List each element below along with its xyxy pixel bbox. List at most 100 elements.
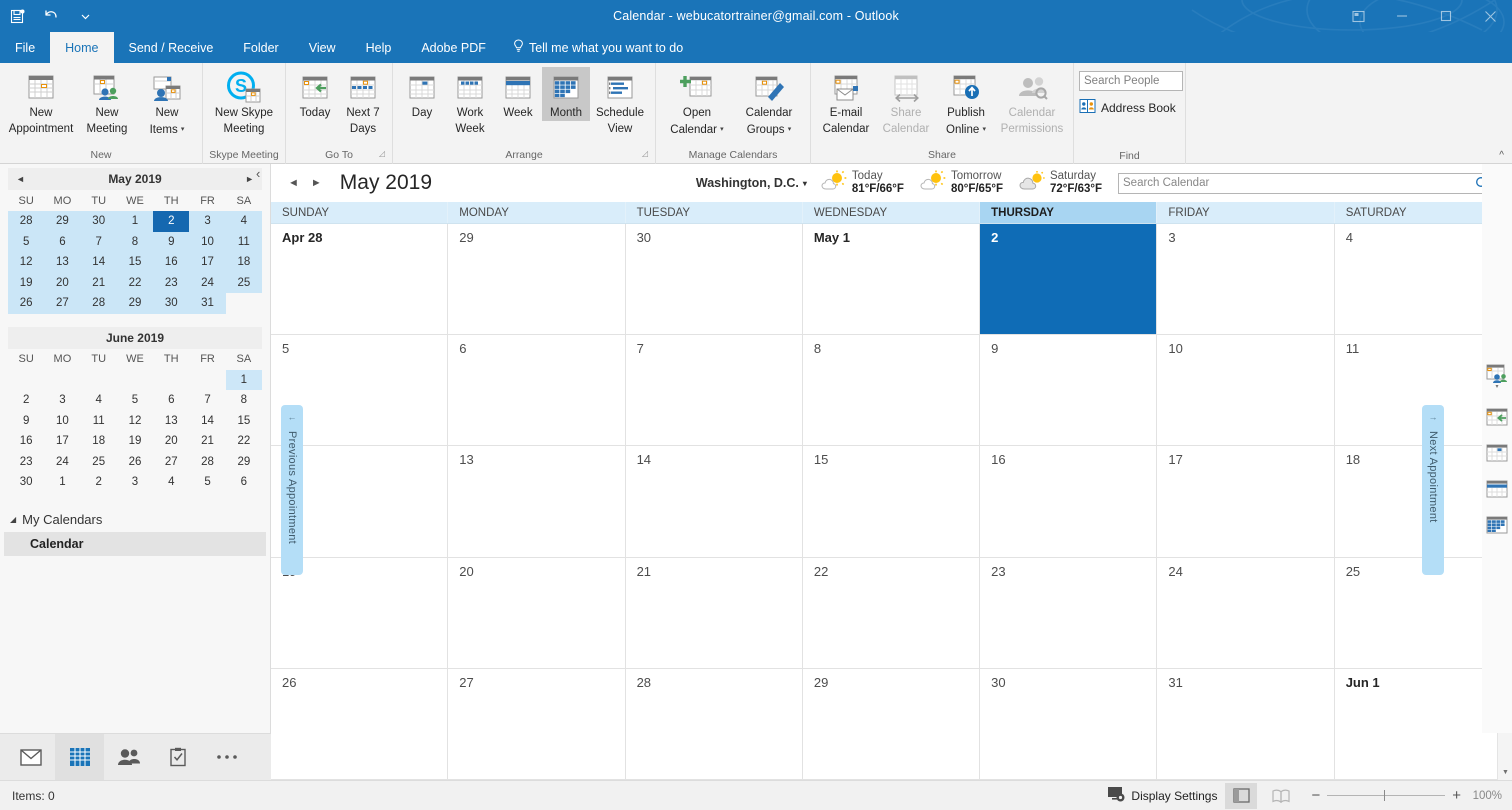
mini-calendar-day[interactable]: 25 [81,452,117,473]
mini-calendar-day[interactable]: 5 [189,472,225,493]
mini-calendar-day[interactable]: 1 [44,472,80,493]
mini-calendar-day[interactable]: 4 [225,211,262,232]
calendar-day-cell[interactable]: 30 [625,224,803,335]
peek-today-button[interactable] [1486,408,1508,426]
mini-calendar-day[interactable]: 23 [153,272,190,293]
calendar-day-cell[interactable]: 8 [802,335,981,446]
calendar-day-cell[interactable]: 6 [448,335,626,446]
mini-calendar-day[interactable]: 25 [225,272,262,293]
mini-calendar-day[interactable]: 26 [117,452,153,473]
scroll-down-icon[interactable]: ▼ [1498,765,1512,780]
mini-calendar-day[interactable]: 28 [8,211,45,232]
next-7-days-button[interactable]: Next 7 Days [339,67,387,136]
mini-calendar-day[interactable]: 19 [117,431,153,452]
mini-calendar-day[interactable]: 16 [153,252,190,273]
mini-calendar-day[interactable]: 31 [189,293,226,314]
day-view-button[interactable]: Day [398,67,446,121]
open-calendar-button[interactable]: Open Calendar ▾ [661,67,733,137]
tab-home[interactable]: Home [50,32,114,63]
zoom-slider[interactable] [1327,790,1446,801]
mini-calendar-day[interactable]: 3 [44,390,80,411]
dialog-launcher-icon[interactable]: ◿ [379,146,385,162]
mini-calendar-day[interactable]: 11 [225,231,262,252]
calendar-day-cell[interactable]: 20 [448,557,626,668]
mini-calendar-day[interactable]: 10 [189,231,226,252]
mini-calendar-day[interactable]: 28 [80,293,117,314]
display-settings-button[interactable]: Display Settings [1107,786,1217,805]
calendar-day-cell[interactable]: 3 [1157,224,1335,335]
calendar-prev-month-icon[interactable]: ◄ [288,177,299,189]
mini-calendar-day[interactable]: 7 [80,231,117,252]
calendar-day-cell[interactable]: 13 [448,446,626,557]
address-book-button[interactable]: Address Book [1079,98,1180,117]
calendar-day-cell[interactable]: 30 [980,668,1158,780]
peek-meeting-button[interactable]: ▾ [1486,364,1508,390]
mini-calendar-day[interactable]: 3 [189,211,226,232]
calendar-day-cell[interactable]: 26 [271,668,449,780]
sidebar-item-calendar[interactable]: Calendar [4,531,266,556]
normal-view-button[interactable] [1225,782,1258,809]
mini-calendar-day[interactable]: 7 [189,390,225,411]
new-skype-meeting-button[interactable]: S New Skype Meeting [208,67,280,136]
peek-day-button[interactable] [1486,444,1508,462]
mini-calendar-day[interactable]: 27 [153,452,189,473]
month-view-button[interactable]: Month [542,67,590,121]
mini-calendar-day[interactable]: 29 [116,293,154,314]
mini-calendar-day[interactable]: 30 [8,472,44,493]
mini-calendar-day[interactable]: 24 [44,452,80,473]
calendar-day-cell[interactable]: 31 [1157,668,1335,780]
ribbon-display-options-icon[interactable] [1336,0,1380,32]
chevron-down-icon[interactable]: ▾ [1495,383,1498,390]
mini-calendar-day[interactable]: 10 [44,411,80,432]
mini-calendar-day[interactable]: 16 [8,431,44,452]
publish-online-button[interactable]: Publish Online ▾ [936,67,996,137]
mini-calendar-day[interactable]: 29 [226,452,262,473]
tab-send-receive[interactable]: Send / Receive [114,32,229,63]
tab-adobe-pdf[interactable]: Adobe PDF [406,32,501,63]
calendar-day-cell[interactable]: 21 [625,557,803,668]
mini-calendar-day[interactable]: 8 [116,231,154,252]
mini-calendar-day[interactable]: 17 [44,431,80,452]
mini-calendar-day[interactable]: 14 [80,252,117,273]
search-calendar-input[interactable]: Search Calendar [1118,172,1496,194]
nav-more-button[interactable] [202,734,251,780]
zoom-out-button[interactable]: − [1311,787,1320,804]
collapse-folder-pane-icon[interactable]: ‹ [256,166,260,181]
today-button[interactable]: Today [291,67,339,121]
mini-calendar-day[interactable]: 13 [153,411,189,432]
mini-calendar-day[interactable]: 6 [44,231,81,252]
calendar-day-cell[interactable]: 23 [980,557,1158,668]
calendar-day-cell[interactable]: 29 [802,668,981,780]
calendar-groups-button[interactable]: Calendar Groups ▾ [733,67,805,137]
calendar-day-cell[interactable]: 16 [980,446,1158,557]
mini-calendar-day[interactable]: 5 [117,390,153,411]
tab-folder[interactable]: Folder [228,32,293,63]
tab-help[interactable]: Help [351,32,407,63]
mini-calendar-day[interactable]: 1 [116,211,154,232]
mini-calendar-day[interactable]: 12 [117,411,153,432]
calendar-day-cell[interactable]: May 1 [802,224,981,335]
mini-calendar-day[interactable]: 18 [225,252,262,273]
mini-calendar-day-selected[interactable]: 2 [153,211,190,232]
calendar-day-cell[interactable]: 22 [802,557,981,668]
mini-calendar-day[interactable]: 30 [80,211,117,232]
mini-cal-prev-icon[interactable]: ◄ [16,174,25,184]
tell-me-search[interactable]: Tell me what you want to do [501,32,698,63]
dialog-launcher-icon[interactable]: ◿ [642,146,648,162]
mini-calendar-day[interactable]: 21 [189,431,225,452]
mini-calendar-day[interactable]: 22 [226,431,262,452]
email-calendar-button[interactable]: E-mail Calendar [816,67,876,136]
mini-calendar-day[interactable]: 17 [189,252,226,273]
calendar-day-cell[interactable]: 17 [1157,446,1335,557]
mini-calendar-day[interactable]: 15 [226,411,262,432]
mini-calendar-day[interactable]: 21 [80,272,117,293]
mini-calendar-day[interactable]: 24 [189,272,226,293]
calendar-day-cell[interactable]: 15 [802,446,981,557]
my-calendars-group-header[interactable]: ◢ My Calendars [0,507,270,532]
calendar-day-cell[interactable]: Apr 28 [271,224,449,335]
mini-calendar-day[interactable]: 6 [153,390,189,411]
mini-calendar-day[interactable]: 1 [225,369,262,390]
restore-icon[interactable] [1424,0,1468,32]
calendar-day-cell[interactable]: 24 [1157,557,1335,668]
mini-calendar-day[interactable]: 22 [116,272,154,293]
